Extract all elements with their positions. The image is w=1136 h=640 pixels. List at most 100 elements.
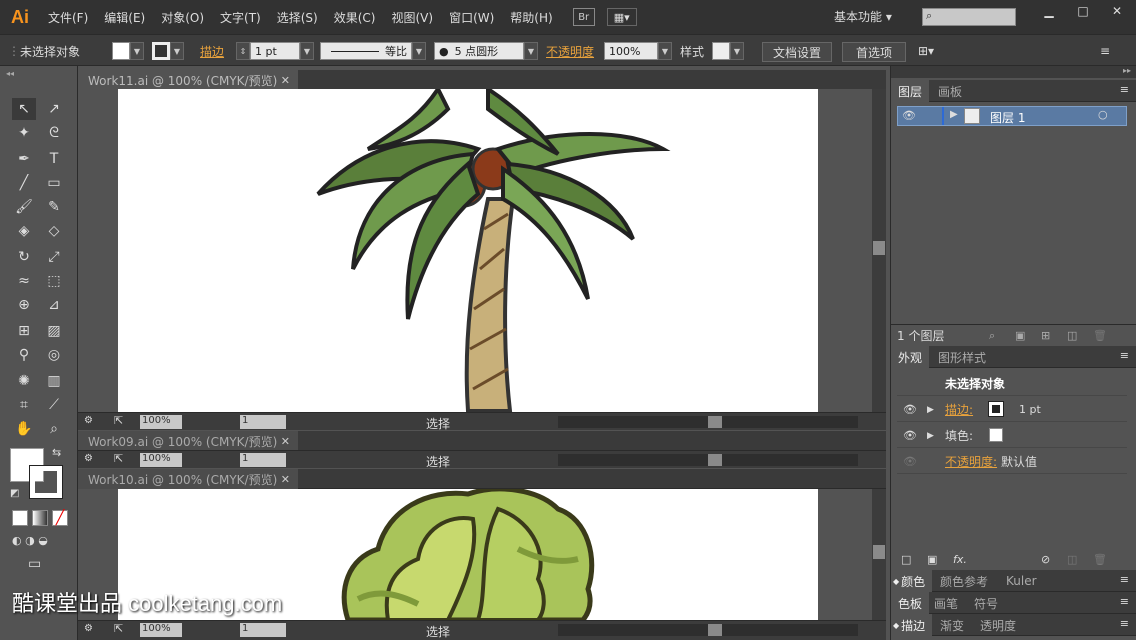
chevron-down-icon[interactable]: ▼: [300, 42, 314, 60]
zoom-field[interactable]: 100%: [140, 623, 182, 637]
expand-icon[interactable]: ◆: [893, 621, 899, 630]
menu-type[interactable]: 文字(T): [212, 9, 269, 26]
opacity-label[interactable]: 不透明度: [546, 41, 594, 61]
type-tool-icon[interactable]: T: [42, 148, 66, 170]
magic-wand-tool-icon[interactable]: ✦: [12, 122, 36, 144]
zoom-field[interactable]: 100%: [140, 453, 182, 467]
none-mode-icon[interactable]: ╱: [52, 510, 68, 526]
panel-menu-icon[interactable]: ≡: [1100, 41, 1110, 61]
expand-triangle-icon[interactable]: ▶: [927, 431, 934, 441]
shape-builder-tool-icon[interactable]: ⊕: [12, 294, 36, 316]
vertical-scrollbar[interactable]: [872, 89, 886, 412]
menu-view[interactable]: 视图(V): [383, 9, 441, 26]
menu-effect[interactable]: 效果(C): [326, 9, 384, 26]
appearance-opacity-row[interactable]: 👁 不透明度: 默认值: [897, 450, 1127, 474]
screen-mode-icon[interactable]: ▭: [28, 556, 41, 572]
stroke-color-swatch[interactable]: [29, 465, 63, 499]
page-field[interactable]: 1: [240, 623, 286, 637]
page-field[interactable]: 1: [240, 415, 286, 429]
gradient-tool-icon[interactable]: ▨: [42, 320, 66, 342]
minimize-icon[interactable]: ▁: [1032, 0, 1066, 22]
locate-object-icon[interactable]: ⌕: [989, 329, 995, 343]
close-icon[interactable]: ✕: [281, 473, 290, 486]
tab-swatches[interactable]: 色板: [891, 592, 930, 614]
panel-menu-icon[interactable]: ≡: [1120, 573, 1129, 586]
stroke-label[interactable]: 描边: [200, 41, 224, 61]
tab-color-guide[interactable]: 颜色参考: [933, 570, 995, 592]
opacity-link[interactable]: 不透明度:: [945, 453, 997, 470]
chevron-down-icon[interactable]: ▼: [412, 42, 426, 60]
menu-help[interactable]: 帮助(H): [502, 9, 560, 26]
appearance-fill-row[interactable]: 👁 ▶ 填色:: [897, 424, 1127, 448]
tab-gradient[interactable]: 渐变: [933, 614, 971, 636]
appearance-stroke-row[interactable]: 👁 ▶ 描边: 1 pt: [897, 398, 1127, 422]
color-mode-icon[interactable]: [12, 510, 28, 526]
mesh-tool-icon[interactable]: ⊞: [12, 320, 36, 342]
gpu-icon[interactable]: ⚙: [84, 623, 93, 634]
chevron-down-icon[interactable]: ▼: [524, 42, 538, 60]
chevron-down-icon[interactable]: ▼: [730, 42, 744, 60]
vertical-scrollbar[interactable]: [872, 489, 886, 620]
draw-normal-icon[interactable]: ◐ ◑ ◒: [12, 534, 48, 547]
dock-collapse-icon[interactable]: ▸▸: [891, 66, 1136, 78]
trash-icon[interactable]: 🗑: [1093, 553, 1107, 566]
perspective-grid-tool-icon[interactable]: ⊿: [42, 294, 66, 316]
target-icon[interactable]: ○: [1098, 108, 1108, 121]
menu-object[interactable]: 对象(O): [153, 9, 212, 26]
search-input[interactable]: ⌕: [922, 8, 1016, 26]
panel-menu-icon[interactable]: ≡: [1120, 595, 1129, 608]
fx-icon[interactable]: fx.: [953, 553, 967, 566]
tab-kuler[interactable]: Kuler: [999, 570, 1044, 592]
selection-tool-icon[interactable]: ↖: [12, 98, 36, 120]
gradient-mode-icon[interactable]: [32, 510, 48, 526]
canvas-area[interactable]: [78, 89, 886, 412]
tab-color[interactable]: ◆ 颜色: [891, 570, 933, 592]
panel-menu-icon[interactable]: ≡: [1120, 617, 1129, 630]
tab-appearance[interactable]: 外观: [891, 346, 930, 368]
status-text[interactable]: 选择: [426, 623, 450, 640]
menu-edit[interactable]: 编辑(E): [96, 9, 153, 26]
horizontal-scrollbar[interactable]: [558, 454, 858, 466]
rotate-tool-icon[interactable]: ↻: [12, 246, 36, 268]
maximize-icon[interactable]: □: [1066, 0, 1100, 22]
default-colors-icon[interactable]: ◩: [10, 488, 19, 499]
chevron-down-icon[interactable]: ▼: [170, 42, 184, 60]
document-tab[interactable]: Work09.ai @ 100% (CMYK/预览) ✕: [78, 431, 298, 451]
gpu-icon[interactable]: ⚙: [84, 415, 93, 426]
panel-menu-icon[interactable]: ≡: [1120, 83, 1129, 96]
tab-artboards[interactable]: 画板: [931, 80, 969, 102]
pencil-tool-icon[interactable]: ✎: [42, 196, 66, 218]
horizontal-scrollbar[interactable]: [558, 416, 858, 428]
zoom-tool-icon[interactable]: ⌕: [42, 418, 66, 440]
artboard-tool-icon[interactable]: ⌗: [12, 394, 36, 416]
fill-swatch[interactable]: ▼: [112, 41, 144, 61]
close-icon[interactable]: ✕: [281, 435, 290, 448]
chevron-down-icon[interactable]: ▼: [658, 42, 672, 60]
status-text[interactable]: 选择: [426, 453, 450, 470]
duplicate-item-icon[interactable]: ◫: [1067, 553, 1077, 566]
tab-layers[interactable]: 图层: [891, 80, 930, 102]
clipping-mask-icon[interactable]: ▣: [1015, 329, 1025, 342]
stroke-swatch[interactable]: [988, 401, 1004, 417]
tab-brushes[interactable]: 画笔: [927, 592, 965, 614]
bridge-button[interactable]: Br: [572, 8, 595, 26]
stroke-swatch[interactable]: ▼: [152, 41, 184, 61]
free-transform-tool-icon[interactable]: ⬚: [42, 270, 66, 292]
add-stroke-icon[interactable]: □: [901, 553, 911, 566]
share-icon[interactable]: ⇱: [114, 414, 123, 427]
style-swatch[interactable]: ▼: [712, 41, 744, 61]
eye-icon[interactable]: 👁: [903, 455, 917, 468]
slice-tool-icon[interactable]: ⟋: [42, 394, 66, 416]
blob-brush-tool-icon[interactable]: ◈: [12, 220, 36, 242]
layer-name[interactable]: 图层 1: [990, 109, 1025, 126]
rectangle-tool-icon[interactable]: ▭: [42, 172, 66, 194]
share-icon[interactable]: ⇱: [114, 452, 123, 465]
add-fill-icon[interactable]: ▣: [927, 553, 937, 566]
eye-icon[interactable]: 👁: [903, 403, 917, 416]
swap-icon[interactable]: ⇆: [52, 446, 61, 459]
symbol-sprayer-tool-icon[interactable]: ✺: [12, 370, 36, 392]
eye-icon[interactable]: 👁: [903, 429, 917, 442]
tab-symbols[interactable]: 符号: [967, 592, 1005, 614]
eraser-tool-icon[interactable]: ◇: [42, 220, 66, 242]
opacity-field[interactable]: 100% ▼: [604, 41, 672, 61]
